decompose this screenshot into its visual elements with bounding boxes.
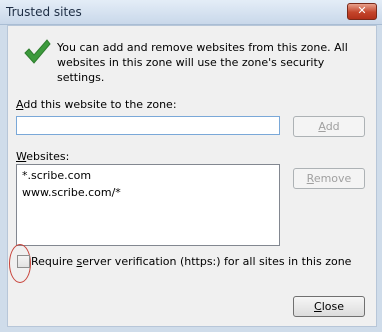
intro-text: You can add and remove websites from thi…	[57, 41, 348, 84]
websites-list[interactable]: *.scribe.com www.scribe.com/*	[16, 164, 280, 246]
add-website-label-rest: dd this website to the zone:	[23, 98, 177, 111]
websites-label-key: W	[16, 150, 27, 163]
window-title: Trusted sites	[6, 5, 82, 19]
add-website-input[interactable]	[16, 116, 280, 135]
remove-button[interactable]: Remove	[293, 168, 365, 189]
add-website-label: Add this website to the zone:	[16, 98, 177, 111]
close-button-key: C	[314, 300, 322, 313]
websites-label-rest: ebsites:	[26, 150, 70, 163]
https-verification-label-rest: erver verification (https:) for all site…	[82, 255, 352, 268]
https-verification-label-pre: Require	[31, 255, 77, 268]
close-button[interactable]: Close	[293, 296, 365, 317]
add-button[interactable]: Add	[293, 116, 365, 137]
dialog-body: You can add and remove websites from thi…	[7, 25, 377, 327]
list-item[interactable]: *.scribe.com	[22, 169, 91, 183]
add-button-key: A	[318, 120, 326, 133]
list-item[interactable]: www.scribe.com/*	[22, 186, 121, 200]
remove-button-key: R	[306, 172, 314, 185]
add-button-rest: dd	[325, 120, 340, 133]
https-verification-checkbox[interactable]	[17, 255, 30, 268]
title-bar: Trusted sites ✕	[0, 0, 382, 25]
close-button-rest: lose	[321, 300, 344, 313]
remove-button-rest: emove	[313, 172, 352, 185]
green-checkmark-icon	[24, 39, 51, 64]
websites-label: Websites:	[16, 150, 69, 163]
window-close-button[interactable]: ✕	[347, 3, 377, 20]
https-verification-label[interactable]: Require server verification (https:) for…	[31, 255, 351, 268]
